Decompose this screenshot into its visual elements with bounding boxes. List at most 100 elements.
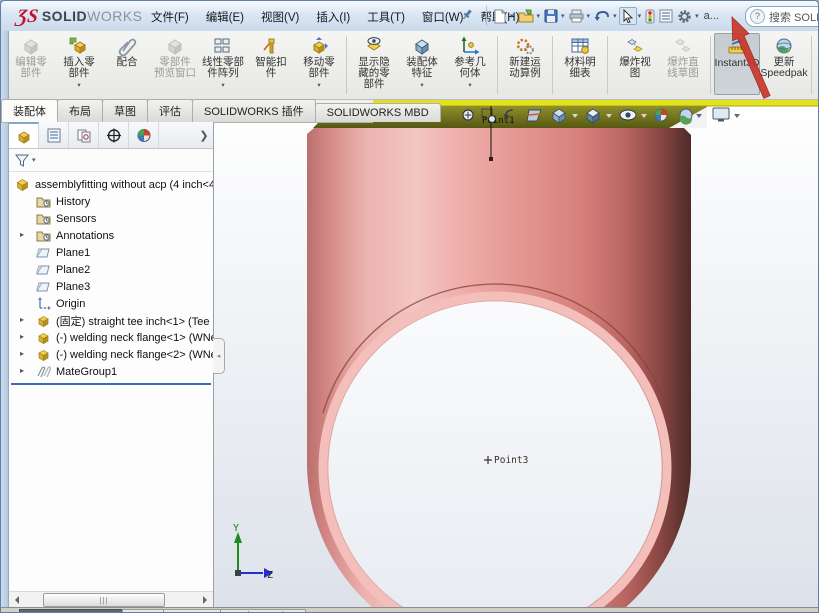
expand-arrow-icon[interactable]: ▸ <box>20 332 24 341</box>
ribbon-button-label: 参考几何体 <box>454 57 486 79</box>
dropdown-caret-icon[interactable]: ▾ <box>468 80 471 91</box>
panel-tab-overflow-chevron[interactable]: ❯ <box>195 122 213 148</box>
tree-item-assembly-root[interactable]: assemblyfitting without acp (4 inch<4 <box>9 176 213 193</box>
dropdown-caret-icon[interactable]: ▾ <box>420 80 423 91</box>
cmdtab-布局[interactable]: 布局 <box>57 99 103 122</box>
cmdtab-solidworks-插件[interactable]: SOLIDWORKS 插件 <box>192 99 316 122</box>
expand-arrow-icon[interactable]: ▸ <box>20 230 24 239</box>
search-box[interactable]: ? 搜索 SOLIDW <box>745 6 819 27</box>
dropdown-caret-icon[interactable]: ▾ <box>221 80 224 91</box>
edit-component-icon <box>21 35 41 57</box>
options-list-icon[interactable] <box>657 8 675 24</box>
xpress-products-icon[interactable] <box>643 8 657 25</box>
insert-components-button[interactable]: 插入零部件▾ <box>55 33 103 91</box>
ribbon-button-label: 爆炸视图 <box>619 57 651 79</box>
menu-i[interactable]: 插入(I) <box>316 9 350 25</box>
zoom-fit-icon[interactable] <box>463 110 473 120</box>
pin-menubar-icon[interactable] <box>461 8 474 26</box>
scroll-left-arrow[interactable] <box>9 592 23 607</box>
show-hidden-components-icon <box>364 35 384 57</box>
tee-pipe-model <box>307 128 691 608</box>
new-document-icon[interactable] <box>491 8 509 25</box>
tree-item-plane2[interactable]: Plane2 <box>9 261 213 278</box>
tab-motion-study1[interactable]: Motion Study1 <box>220 609 306 613</box>
tree-item-annotations[interactable]: ▸ Annotations <box>9 227 213 244</box>
open-document-icon[interactable] <box>516 8 536 24</box>
solidworks-logo-icon: ƷS <box>15 6 39 28</box>
cmdtab-草图[interactable]: 草图 <box>102 99 148 122</box>
bottom-tab-inactive-dark[interactable] <box>19 609 123 613</box>
reference-geometry-button[interactable]: 参考几何体▾ <box>446 33 494 91</box>
ribbon-button-label: 线性零部件阵列 <box>202 57 244 79</box>
cmdtab-solidworks-mbd[interactable]: SOLIDWORKS MBD <box>315 103 441 122</box>
new-motion-study-button[interactable]: 新建运动算例 <box>501 33 549 79</box>
assembly-features-button[interactable]: 装配体特征▾ <box>398 33 446 91</box>
save-icon[interactable] <box>542 8 560 24</box>
expand-arrow-icon[interactable]: ▸ <box>20 315 24 324</box>
tree-item-origin[interactable]: Origin <box>9 295 213 312</box>
hide-show-items-icon[interactable] <box>620 110 636 120</box>
bill-of-materials-button[interactable]: 材料明细表 <box>556 33 604 79</box>
menu-t[interactable]: 工具(T) <box>367 9 405 25</box>
menu-w[interactable]: 窗口(W) <box>422 9 464 25</box>
tree-item-straight-tee[interactable]: ▸ (固定) straight tee inch<1> (Tee Ir <box>9 312 213 329</box>
cmdtab-装配体[interactable]: 装配体 <box>1 99 58 122</box>
instant3d-button[interactable]: Instant3D <box>714 33 760 95</box>
expand-arrow-icon[interactable]: ▸ <box>20 349 24 358</box>
scroll-thumb[interactable]: ||| <box>43 593 165 607</box>
panel-splitter-handle[interactable]: ◂ <box>213 338 225 374</box>
tree-item-welding-neck-flange-1[interactable]: ▸ (-) welding neck flange<1> (WNe <box>9 329 213 346</box>
command-manager-ribbon: 编辑零部件插入零部件▾配合零部件预览窗口线性零部件阵列▾智能扣件移动零部件▾显示… <box>1 31 819 100</box>
undo-icon[interactable] <box>592 8 612 24</box>
tab-display-manager[interactable] <box>129 122 159 148</box>
folder-icon <box>36 229 52 243</box>
tab-property-manager[interactable] <box>39 122 69 148</box>
linear-component-pattern-button[interactable]: 线性零部件阵列▾ <box>199 33 247 91</box>
expand-arrow-icon[interactable]: ▸ <box>20 366 24 375</box>
component-preview-button: 零部件预览窗口 <box>151 33 199 79</box>
ribbon-button-label: 材料明细表 <box>564 57 596 79</box>
smart-fasteners-button[interactable]: 智能扣件 <box>247 33 295 79</box>
tree-item-history[interactable]: History <box>9 193 213 210</box>
exploded-view-button[interactable]: 爆炸视图 <box>611 33 659 79</box>
menu-f[interactable]: 文件(F) <box>151 9 189 25</box>
tab-feature-manager[interactable] <box>9 122 39 148</box>
tree-item-welding-neck-flange-2[interactable]: ▸ (-) welding neck flange<2> (WNe <box>9 346 213 363</box>
tree-item-sensors[interactable]: Sensors <box>9 210 213 227</box>
view-settings-icon[interactable] <box>713 108 729 122</box>
tab-configuration-manager[interactable] <box>69 122 99 148</box>
exploded-view-icon <box>625 35 645 57</box>
mate-button[interactable]: 配合 <box>103 33 151 68</box>
update-speedpak-button[interactable]: 更新Speedpak <box>760 33 808 79</box>
assembly-icon <box>15 177 31 192</box>
tree-filter-row[interactable]: ▾ <box>9 149 213 172</box>
dropdown-caret-icon[interactable]: ▾ <box>77 80 80 91</box>
print-icon[interactable] <box>567 8 586 24</box>
tab-dimxpert-manager[interactable] <box>99 122 129 148</box>
tab-model[interactable]: 模型 <box>122 609 164 613</box>
ribbon-button-label: 更新Speedpak <box>760 57 807 79</box>
move-component-button[interactable]: 移动零部件▾ <box>295 33 343 91</box>
settings-gear-icon[interactable] <box>675 8 694 25</box>
tree-item-plane1[interactable]: Plane1 <box>9 244 213 261</box>
take-snapshot-button[interactable]: 拍快照 <box>815 33 819 68</box>
cmdtab-评估[interactable]: 评估 <box>147 99 193 122</box>
tree-item-mategroup1[interactable]: ▸ MateGroup1 <box>9 363 213 380</box>
graphics-viewport[interactable]: Point1 Point3 Y Z <box>214 100 819 608</box>
ribbon-group-separator <box>811 36 812 94</box>
tree-item-plane3[interactable]: Plane3 <box>9 278 213 295</box>
qat-more-label[interactable]: a... <box>704 10 719 22</box>
select-tool-icon[interactable] <box>619 7 637 25</box>
folder-icon <box>36 195 52 209</box>
menu-e[interactable]: 编辑(E) <box>206 9 244 25</box>
menu-v[interactable]: 视图(V) <box>261 9 299 25</box>
edit-appearance-icon[interactable] <box>655 109 667 121</box>
tab-3d-views[interactable]: 3D 视图 <box>163 609 221 613</box>
panel-horizontal-scrollbar[interactable]: ||| <box>9 591 213 607</box>
dropdown-caret-icon[interactable]: ▾ <box>317 80 320 91</box>
rollback-bar[interactable] <box>11 383 211 385</box>
show-hidden-components-button[interactable]: 显示隐藏的零部件 <box>350 33 398 90</box>
scroll-right-arrow[interactable] <box>199 592 213 607</box>
explode-line-sketch-button: 爆炸直线草图 <box>659 33 707 79</box>
apply-scene-icon[interactable] <box>680 109 692 125</box>
